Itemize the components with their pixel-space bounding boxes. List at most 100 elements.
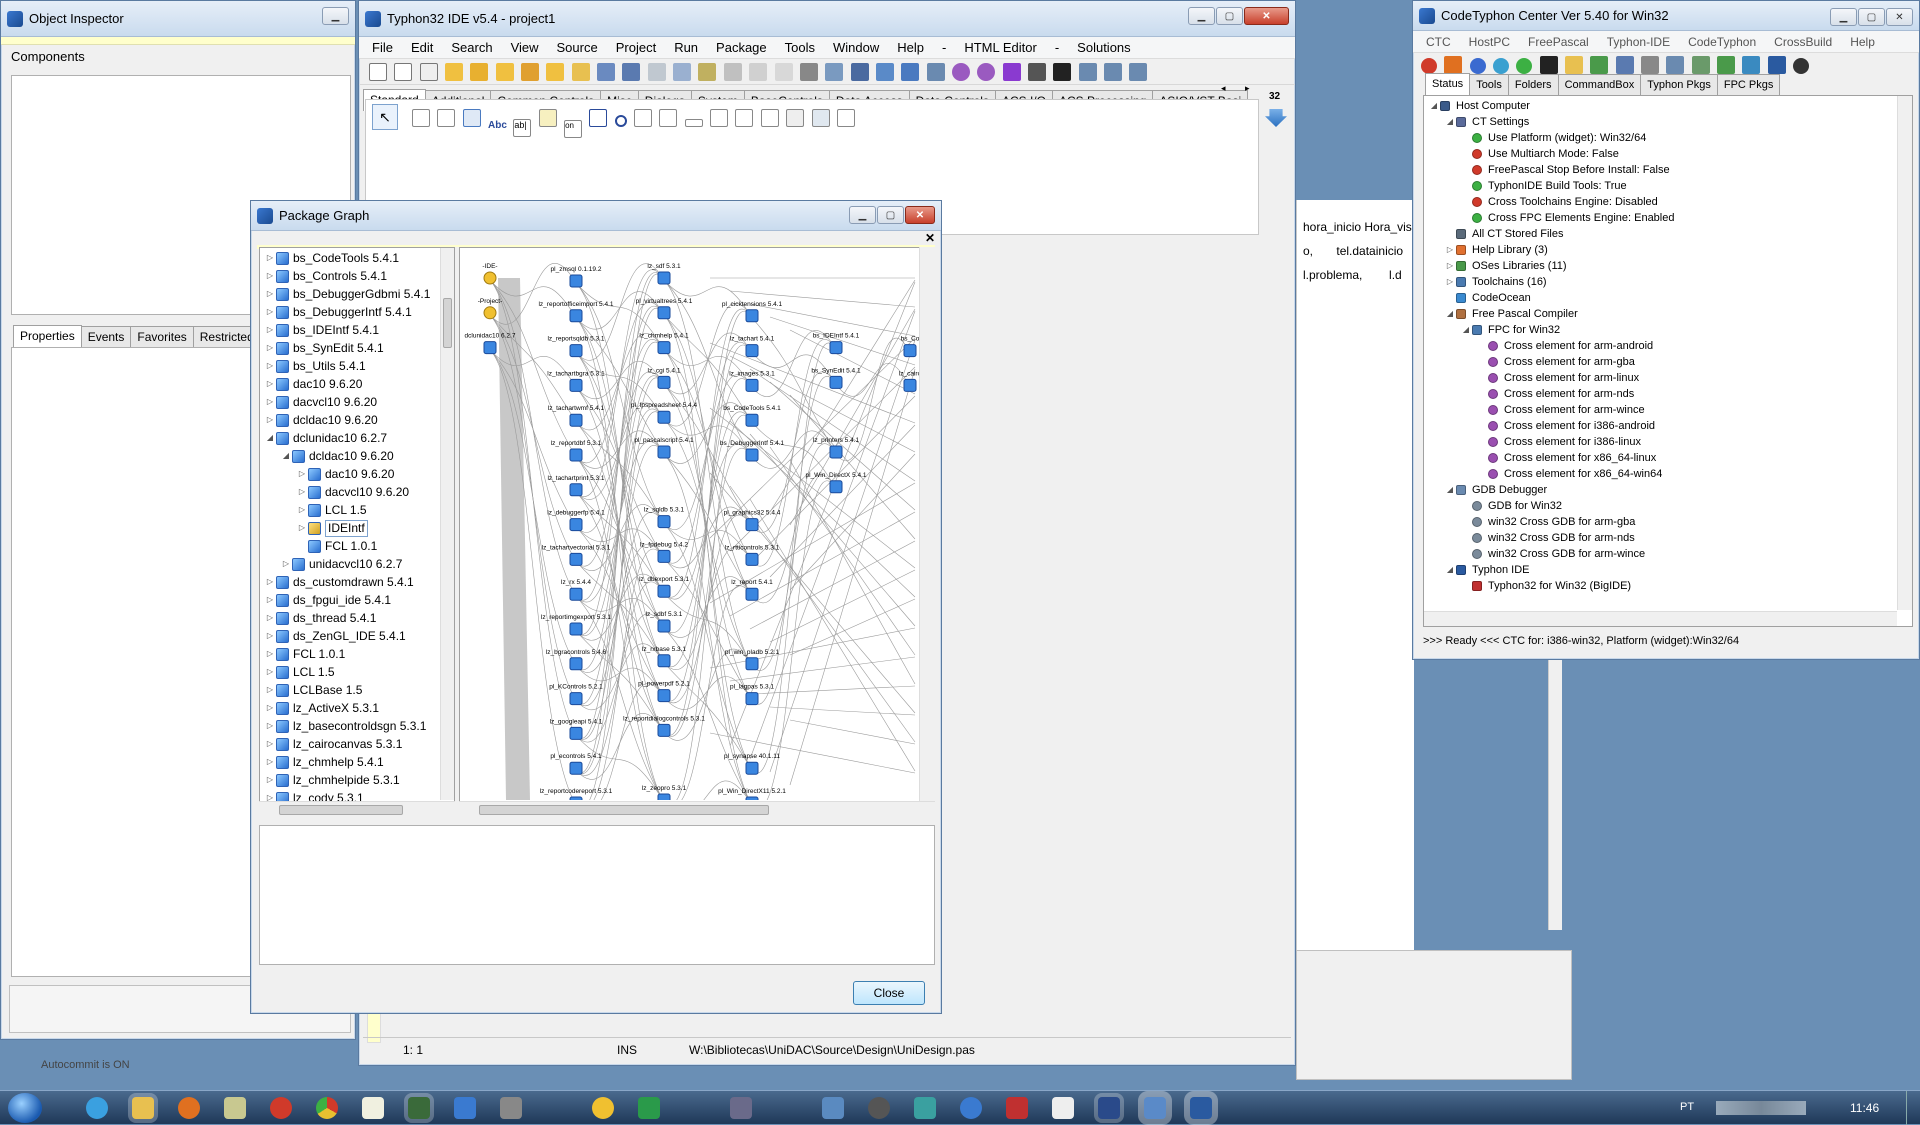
- ctc-tree-item[interactable]: TyphonIDE Build Tools: True: [1428, 178, 1912, 194]
- menu-file[interactable]: File: [363, 37, 402, 59]
- maximize-button[interactable]: ▢: [1216, 7, 1243, 25]
- toggle-form-icon[interactable]: [647, 63, 666, 81]
- package-tree-item[interactable]: ▷ lz_ActiveX 5.3.1: [260, 699, 454, 717]
- open-dropdown-icon[interactable]: [571, 63, 590, 81]
- monitor-icon[interactable]: [1006, 1097, 1028, 1119]
- firefox-icon[interactable]: [178, 1097, 200, 1119]
- package-tree-item[interactable]: ▷ ds_fpgui_ide 5.4.1: [260, 591, 454, 609]
- package-tree-item[interactable]: ▷ dcldac10 9.6.20: [260, 411, 454, 429]
- expand-arrow-icon[interactable]: ▷: [280, 555, 292, 573]
- menu-window[interactable]: Window: [824, 37, 888, 59]
- menu-hostpc[interactable]: HostPC: [1460, 31, 1519, 53]
- ide-titlebar[interactable]: Typhon32 IDE v5.4 - project1 ▁ ▢ ✕: [359, 1, 1295, 37]
- menu-crossbuild[interactable]: CrossBuild: [1765, 31, 1841, 53]
- expand-arrow-icon[interactable]: ▷: [1444, 274, 1456, 290]
- menu-project[interactable]: Project: [607, 37, 665, 59]
- actionlist-icon[interactable]: [836, 109, 855, 127]
- gear-icon[interactable]: [1691, 56, 1710, 74]
- start-button[interactable]: [8, 1093, 42, 1123]
- package-tree-item[interactable]: ▷ lz_chmhelpide 5.3.1: [260, 771, 454, 789]
- power-icon[interactable]: [1793, 58, 1810, 74]
- close-button[interactable]: ✕: [1244, 7, 1289, 25]
- close-dialog-button[interactable]: Close: [853, 981, 925, 1005]
- package-tree-item[interactable]: ▷ bs_Utils 5.4.1: [260, 357, 454, 375]
- stop-icon[interactable]: [1053, 63, 1072, 81]
- ctc-horizontal-scrollbar[interactable]: [1424, 611, 1897, 626]
- package-tree-item[interactable]: ▷ unidacvcl10 6.2.7: [260, 555, 454, 573]
- ctc-tree-item[interactable]: Cross element for arm-wince: [1428, 402, 1912, 418]
- expand-arrow-icon[interactable]: ▷: [1444, 242, 1456, 258]
- new-unit-icon[interactable]: [419, 63, 438, 81]
- ctc-tree-item[interactable]: win32 Cross GDB for arm-nds: [1428, 530, 1912, 546]
- debug-icon[interactable]: [951, 63, 970, 81]
- radiobutton-icon[interactable]: [614, 115, 627, 127]
- step-into-icon[interactable]: [1103, 63, 1122, 81]
- tree-horizontal-scrollbar[interactable]: [259, 801, 455, 817]
- menu-view[interactable]: View: [502, 37, 548, 59]
- menu-freepascal[interactable]: FreePascal: [1519, 31, 1598, 53]
- checkbox-icon[interactable]: [589, 109, 608, 127]
- package-tree-item[interactable]: ▷ LCL 1.5: [260, 663, 454, 681]
- refresh-icon[interactable]: [901, 63, 920, 81]
- expand-arrow-icon[interactable]: ▷: [264, 573, 276, 591]
- network-icon[interactable]: [914, 1097, 936, 1119]
- ctc-tab-folders[interactable]: Folders: [1507, 74, 1559, 95]
- ctc-tab-tools[interactable]: Tools: [1469, 74, 1509, 95]
- step-out-icon[interactable]: [1129, 63, 1148, 81]
- package-graph-titlebar[interactable]: Package Graph ▁ ▢ ✕: [251, 201, 941, 231]
- typhon-ide-icon[interactable]: [1190, 1097, 1212, 1119]
- package-tree-item[interactable]: ▷ ds_ZenGL_IDE 5.4.1: [260, 627, 454, 645]
- ie-icon[interactable]: [86, 1097, 108, 1119]
- build-icon[interactable]: [799, 63, 818, 81]
- expand-arrow-icon[interactable]: ▷: [264, 627, 276, 645]
- gear-icon[interactable]: [868, 1097, 890, 1119]
- expand-arrow-icon[interactable]: ▷: [264, 411, 276, 429]
- ctc-tree-item[interactable]: win32 Cross GDB for arm-gba: [1428, 514, 1912, 530]
- package-tree[interactable]: ▷ bs_CodeTools 5.4.1 ▷ bs_Controls 5.4.1 ▷ bs…: [259, 247, 455, 817]
- file-icon[interactable]: [362, 1097, 384, 1119]
- ctc-tab-status[interactable]: Status: [1425, 73, 1471, 96]
- smile-icon[interactable]: [592, 1097, 614, 1119]
- ctc-tree-item[interactable]: Cross element for i386-linux: [1428, 434, 1912, 450]
- combobox-icon[interactable]: [659, 109, 678, 127]
- ctc-tab-typhon-pkgs[interactable]: Typhon Pkgs: [1640, 74, 1718, 95]
- ctc-tree-item[interactable]: Cross element for arm-linux: [1428, 370, 1912, 386]
- new-file-icon[interactable]: [369, 63, 387, 81]
- expand-arrow-icon[interactable]: ▷: [264, 303, 276, 321]
- ctc-tree-item[interactable]: CodeOcean: [1428, 290, 1912, 306]
- expand-arrow-icon[interactable]: ▷: [296, 465, 308, 483]
- graph-horizontal-scrollbar[interactable]: [459, 801, 935, 817]
- expand-arrow-icon[interactable]: ◢: [1428, 98, 1440, 114]
- hint-close-icon[interactable]: ✕: [925, 231, 935, 245]
- ctc-tree-item[interactable]: Cross element for arm-android: [1428, 338, 1912, 354]
- tab-favorites[interactable]: Favorites: [130, 326, 194, 347]
- package-tree-vertical-scrollbar[interactable]: [440, 248, 454, 800]
- expand-arrow-icon[interactable]: ▷: [264, 753, 276, 771]
- import-icon[interactable]: [1590, 56, 1609, 74]
- expand-arrow-icon[interactable]: ▷: [264, 771, 276, 789]
- info-icon[interactable]: [1469, 58, 1486, 74]
- component-list-icon[interactable]: [723, 63, 742, 81]
- view-forms-icon[interactable]: [698, 63, 717, 81]
- menu-codetyphon[interactable]: CodeTyphon: [1679, 31, 1765, 53]
- ctc-tree-item[interactable]: ▷ Toolchains (16): [1428, 274, 1912, 290]
- palette-scroll-right[interactable]: ▸: [1245, 83, 1250, 94]
- graph-vertical-scrollbar[interactable]: [919, 247, 935, 801]
- expand-arrow-icon[interactable]: ▷: [264, 321, 276, 339]
- folder-icon[interactable]: [1565, 56, 1584, 74]
- terminal-icon[interactable]: [1539, 56, 1558, 74]
- cube-icon[interactable]: [500, 1097, 522, 1119]
- open-icon[interactable]: [445, 63, 464, 81]
- minimize-button[interactable]: ▁: [1830, 8, 1857, 26]
- expand-arrow-icon[interactable]: ▷: [264, 267, 276, 285]
- package-tree-item[interactable]: ▷ dacvcl10 9.6.20: [260, 393, 454, 411]
- screen-icon[interactable]: [1098, 1097, 1120, 1119]
- ctc-tree-item[interactable]: Cross element for arm-gba: [1428, 354, 1912, 370]
- chrome-icon[interactable]: [316, 1097, 338, 1119]
- ctc-tree-item[interactable]: Cross Toolchains Engine: Disabled: [1428, 194, 1912, 210]
- expand-arrow-icon[interactable]: ▷: [264, 591, 276, 609]
- package-tree-item[interactable]: FCL 1.0.1: [260, 537, 454, 555]
- ctc-tree-item[interactable]: Use Platform (widget): Win32/64: [1428, 130, 1912, 146]
- expand-arrow-icon[interactable]: ▷: [264, 357, 276, 375]
- package-tree-item[interactable]: ▷ bs_DebuggerIntf 5.4.1: [260, 303, 454, 321]
